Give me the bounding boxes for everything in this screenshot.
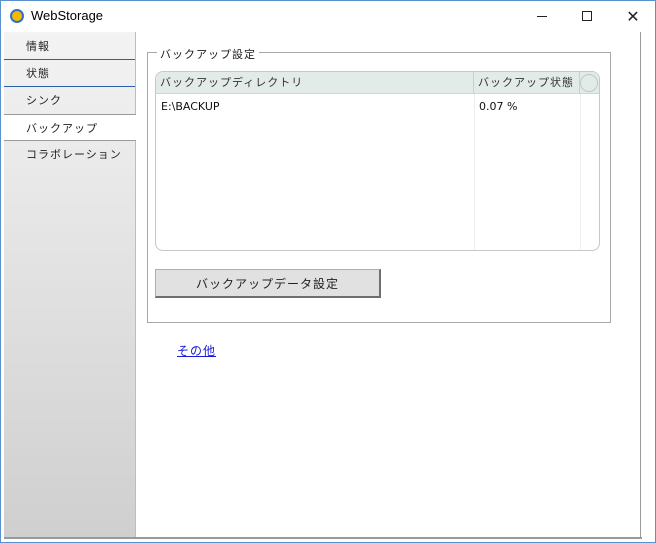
sidebar-item-sync[interactable]: シンク <box>4 87 135 114</box>
minimize-icon <box>537 15 547 17</box>
column-header-status[interactable]: バックアップ状態 <box>474 72 580 94</box>
sidebar-item-backup[interactable]: バックアップ <box>4 114 137 141</box>
minimize-button[interactable] <box>519 1 565 31</box>
column-divider <box>474 94 475 250</box>
sidebar-item-collaboration[interactable]: コラボレーション <box>4 141 135 168</box>
column-header-end <box>580 74 598 92</box>
sidebar-item-status[interactable]: 状態 <box>4 60 135 87</box>
webstorage-logo-icon <box>10 9 24 23</box>
column-header-directory[interactable]: バックアップディレクトリ <box>156 72 474 94</box>
sidebar: 情報 状態 シンク バックアップ コラボレーション <box>4 32 137 537</box>
table-header: バックアップディレクトリ バックアップ状態 <box>156 72 599 94</box>
close-button[interactable]: ✕ <box>610 1 656 31</box>
maximize-button[interactable] <box>564 1 610 31</box>
backup-settings-label: バックアップ設定 <box>157 46 259 62</box>
backup-data-settings-button[interactable]: バックアップデータ設定 <box>155 269 381 298</box>
backup-status-cell: 0.07 % <box>479 100 518 113</box>
sidebar-item-info[interactable]: 情報 <box>4 33 135 60</box>
backup-table[interactable]: バックアップディレクトリ バックアップ状態 E:\BACKUP 0.07 % <box>155 71 600 251</box>
close-icon: ✕ <box>626 6 640 26</box>
window-title: WebStorage <box>31 8 104 23</box>
title-bar[interactable]: WebStorage ✕ <box>1 1 655 31</box>
backup-directory-cell: E:\BACKUP <box>161 100 220 113</box>
other-link[interactable]: その他 <box>177 342 216 359</box>
column-divider <box>580 94 581 250</box>
maximize-icon <box>582 11 592 21</box>
app-window: WebStorage ✕ 情報 状態 シンク バックアップ コラボレーション バ… <box>0 0 656 543</box>
bottom-edge <box>4 537 642 539</box>
table-row[interactable]: E:\BACKUP 0.07 % <box>156 98 599 116</box>
